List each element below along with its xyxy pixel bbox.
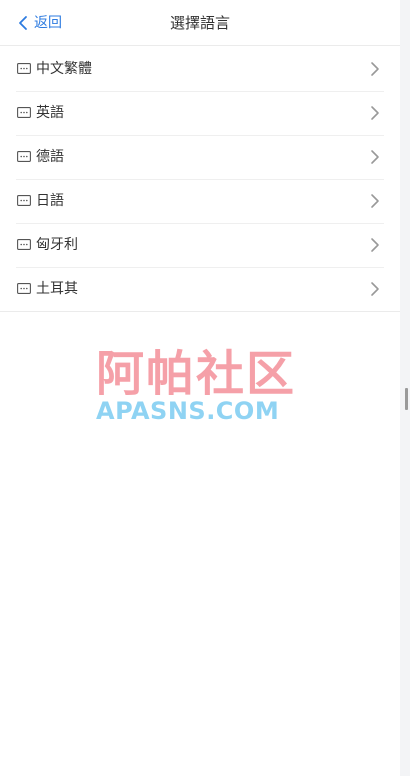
chevron-right-icon: [371, 106, 379, 120]
language-label: 土耳其: [36, 281, 78, 297]
watermark-english: APASNS.COM: [96, 397, 280, 425]
language-item-hungarian[interactable]: 匈牙利: [0, 223, 400, 267]
language-label: 日語: [36, 193, 64, 209]
chevron-right-icon: [371, 282, 379, 296]
language-label: 匈牙利: [36, 237, 78, 253]
message-dots-icon: [17, 63, 31, 74]
scrollbar-thumb[interactable]: [405, 388, 408, 410]
language-item-english[interactable]: 英語: [0, 91, 400, 135]
language-label: 英語: [36, 105, 64, 121]
main-content: 返回 選擇語言 中文繁體 英語 德語 日語 匈牙利 土耳其 阿帕社区 APASN…: [0, 0, 400, 776]
message-dots-icon: [17, 107, 31, 118]
page-title: 選擇語言: [169, 14, 230, 32]
message-dots-icon: [17, 239, 31, 250]
language-select-page: 返回 選擇語言 中文繁體 英語 德語 日語 匈牙利 土耳其 阿帕社区 APASN…: [0, 0, 410, 776]
message-dots-icon: [17, 283, 31, 294]
language-item-turkish[interactable]: 土耳其: [0, 267, 400, 311]
chevron-right-icon: [371, 62, 379, 76]
chevron-right-icon: [371, 238, 379, 252]
language-item-japanese[interactable]: 日語: [0, 179, 400, 223]
language-item-traditional-chinese[interactable]: 中文繁體: [0, 47, 400, 91]
language-label: 中文繁體: [36, 61, 92, 77]
language-item-german[interactable]: 德語: [0, 135, 400, 179]
language-list: 中文繁體 英語 德語 日語 匈牙利 土耳其: [0, 47, 400, 312]
language-label: 德語: [36, 149, 64, 165]
chevron-right-icon: [371, 194, 379, 208]
watermark-chinese: 阿帕社区: [96, 346, 297, 402]
nav-header: 返回 選擇語言: [0, 0, 400, 46]
message-dots-icon: [17, 195, 31, 206]
chevron-right-icon: [371, 150, 379, 164]
message-dots-icon: [17, 151, 31, 162]
